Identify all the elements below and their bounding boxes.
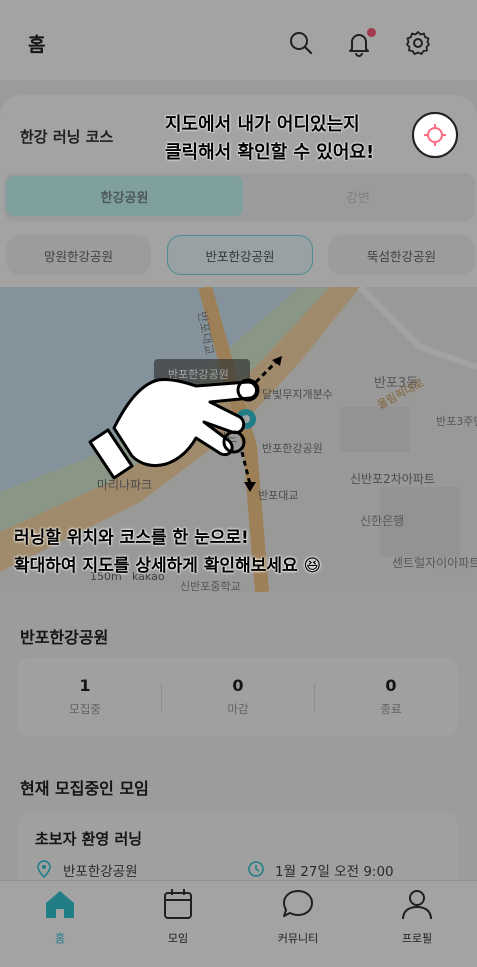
stat-value: 1 [79,676,91,695]
tab-community[interactable]: 커뮤니티 [248,886,348,946]
stat-label: 모집중 [69,702,101,716]
stat-value: 0 [385,676,397,695]
tab-home[interactable]: 홈 [10,886,110,946]
tab-meetings[interactable]: 모임 [128,886,228,946]
page-title: 홈 [28,34,46,56]
stat-closed: 0 마감 [168,676,308,717]
tab-label: 프로필 [401,932,433,945]
gear-icon[interactable] [403,28,433,58]
coachmark-map-line2: 확대하여 지도를 상세하게 확인해보세요 😆 [14,556,322,576]
home-icon [42,886,78,922]
coachmark-map-line1: 러닝할 위치와 코스를 한 눈으로! [14,528,249,548]
tab-hangang-park[interactable]: 한강공원 [6,176,243,216]
map-label-school: 신반포중학교 [180,580,241,592]
coachmark-locate-text: 지도에서 내가 어디있는지 클릭해서 확인할 수 있어요! [165,111,374,167]
stat-label: 마감 [227,702,249,716]
app-header: 홈 [0,0,477,80]
stat-ended: 0 종료 [321,676,461,717]
meetings-section-title: 현재 모집중인 모임 [20,779,149,798]
coachmark-map-text: 러닝할 위치와 코스를 한 눈으로! 확대하여 지도를 상세하게 확인해보세요 … [14,524,321,580]
coachmark-locate-line2: 클릭해서 확인할 수 있어요! [165,142,375,163]
tab-profile[interactable]: 프로필 [367,886,467,946]
location-pin-icon [36,860,52,882]
chip-ttukseom[interactable]: 뚝섬한강공원 [328,235,475,275]
map-label-shinhan: 신한은행 [360,513,404,528]
locate-me-button-highlight[interactable] [412,112,458,158]
person-icon [399,886,435,922]
pinch-gesture-icon [88,356,298,492]
map-label-banpo3-center: 반포3주민센 [436,415,477,428]
stat-label: 종료 [380,702,402,716]
map-label-sinbanpo: 신반포2차아파트 [350,472,435,486]
tab-riverside[interactable]: 강변 [243,176,473,216]
map-label-central: 센트럴자이아파트 [392,556,477,570]
crosshair-icon [424,124,446,146]
chip-banpo[interactable]: 반포한강공원 [167,235,313,275]
tab-label: 모임 [167,932,189,945]
meeting-place: 반포한강공원 [63,864,138,880]
chip-mangwon[interactable]: 망원한강공원 [6,235,151,275]
coachmark-locate-line1: 지도에서 내가 어디있는지 [165,114,360,135]
calendar-icon [160,886,196,922]
clock-icon [247,860,265,882]
stat-recruiting: 1 모집중 [15,676,155,717]
search-icon[interactable] [286,28,316,58]
meeting-title: 초보자 환영 러닝 [35,830,143,848]
course-title: 한강 러닝 코스 [20,128,114,146]
stat-divider [161,684,162,712]
park-summary-title: 반포한강공원 [20,628,109,647]
tab-label: 커뮤니티 [277,932,319,945]
chat-icon [280,886,316,922]
meeting-time: 1월 27일 오전 9:00 [275,864,394,880]
tab-label: 홈 [54,932,66,945]
notification-badge [367,28,376,37]
stat-divider [314,684,315,712]
stat-value: 0 [232,676,244,695]
